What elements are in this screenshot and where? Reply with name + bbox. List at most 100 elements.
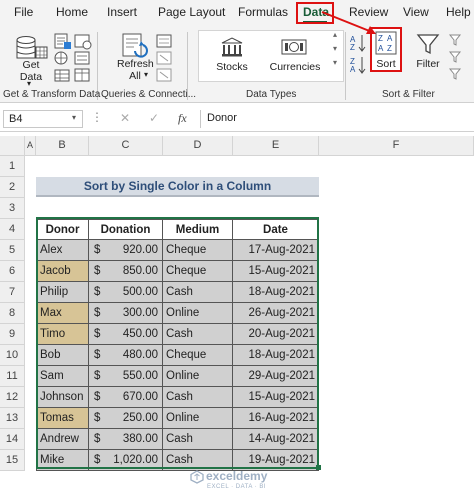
enter-icon[interactable]: ✓ <box>149 111 159 125</box>
donation-cell[interactable]: $500.00 <box>89 282 163 303</box>
queries-connections-icons[interactable] <box>154 32 176 84</box>
row-header[interactable]: 9 <box>0 324 25 345</box>
date-cell[interactable]: 15-Aug-2021 <box>233 387 319 408</box>
date-cell[interactable]: 17-Aug-2021 <box>233 240 319 261</box>
column-header-d[interactable]: D <box>163 136 233 156</box>
row-header[interactable]: 14 <box>0 429 25 450</box>
donor-cell[interactable]: Alex <box>36 240 89 261</box>
row-header[interactable]: 8 <box>0 303 25 324</box>
menu-home[interactable]: Home <box>56 5 88 19</box>
column-header-f[interactable]: F <box>319 136 474 156</box>
column-header-c[interactable]: C <box>89 136 163 156</box>
menu-help[interactable]: Help <box>446 5 471 19</box>
stocks-label[interactable]: Stocks <box>210 61 254 73</box>
medium-cell[interactable]: Cheque <box>163 261 233 282</box>
get-data-icon[interactable] <box>14 32 48 60</box>
refresh-all-icon[interactable] <box>119 31 149 59</box>
row-header[interactable]: 7 <box>0 282 25 303</box>
donation-cell[interactable]: $670.00 <box>89 387 163 408</box>
fill-handle[interactable] <box>316 465 321 470</box>
date-cell[interactable]: 19-Aug-2021 <box>233 450 319 471</box>
date-cell[interactable]: 15-Aug-2021 <box>233 261 319 282</box>
menu-formulas[interactable]: Formulas <box>238 5 288 19</box>
advanced-filter-icons[interactable] <box>448 33 470 83</box>
menu-file[interactable]: File <box>14 5 33 19</box>
insert-function-icon[interactable]: fx <box>178 111 187 126</box>
menu-view[interactable]: View <box>403 5 429 19</box>
row-header[interactable]: 13 <box>0 408 25 429</box>
row-header[interactable]: 3 <box>0 198 25 219</box>
donation-cell[interactable]: $480.00 <box>89 345 163 366</box>
donor-cell[interactable]: Sam <box>36 366 89 387</box>
name-box[interactable]: B4 <box>3 110 83 128</box>
medium-cell[interactable]: Cheque <box>163 240 233 261</box>
medium-cell[interactable]: Cash <box>163 282 233 303</box>
row-header[interactable]: 2 <box>0 177 25 198</box>
column-header-a[interactable]: A <box>25 136 36 156</box>
donation-cell[interactable]: $450.00 <box>89 324 163 345</box>
donor-cell[interactable]: Johnson <box>36 387 89 408</box>
row-header[interactable]: 6 <box>0 261 25 282</box>
row-header[interactable]: 5 <box>0 240 25 261</box>
filter-icon[interactable] <box>416 32 440 56</box>
donation-cell[interactable]: $550.00 <box>89 366 163 387</box>
donation-cell[interactable]: $850.00 <box>89 261 163 282</box>
recent-sources-icon[interactable] <box>72 32 96 84</box>
donor-cell[interactable]: Tomas <box>36 408 89 429</box>
gallery-more-icon[interactable]: ▾ <box>333 58 337 67</box>
medium-cell[interactable]: Online <box>163 303 233 324</box>
header-date[interactable]: Date <box>233 219 319 240</box>
column-header-e[interactable]: E <box>233 136 319 156</box>
row-header[interactable]: 11 <box>0 366 25 387</box>
date-cell[interactable]: 14-Aug-2021 <box>233 429 319 450</box>
donation-cell[interactable]: $380.00 <box>89 429 163 450</box>
cancel-icon[interactable]: ✕ <box>120 111 130 125</box>
donation-cell[interactable]: $300.00 <box>89 303 163 324</box>
donor-cell[interactable]: Timo <box>36 324 89 345</box>
medium-cell[interactable]: Cash <box>163 429 233 450</box>
filter-label[interactable]: Filter <box>412 58 444 70</box>
date-cell[interactable]: 18-Aug-2021 <box>233 345 319 366</box>
donor-cell[interactable]: Max <box>36 303 89 324</box>
donor-cell[interactable]: Andrew <box>36 429 89 450</box>
currencies-label[interactable]: Currencies <box>266 61 324 73</box>
date-cell[interactable]: 20-Aug-2021 <box>233 324 319 345</box>
medium-cell[interactable]: Online <box>163 408 233 429</box>
sort-az-za-icons[interactable]: A Z Z A <box>349 32 369 76</box>
medium-cell[interactable]: Cash <box>163 387 233 408</box>
stocks-icon[interactable] <box>220 36 244 58</box>
row-header[interactable]: 10 <box>0 345 25 366</box>
donor-cell[interactable]: Jacob <box>36 261 89 282</box>
header-medium[interactable]: Medium <box>163 219 233 240</box>
medium-cell[interactable]: Cash <box>163 324 233 345</box>
formula-input[interactable]: Donor <box>200 110 473 128</box>
header-donation[interactable]: Donation <box>89 219 163 240</box>
donor-cell[interactable]: Bob <box>36 345 89 366</box>
medium-cell[interactable]: Cheque <box>163 345 233 366</box>
donation-cell[interactable]: $920.00 <box>89 240 163 261</box>
currencies-icon[interactable] <box>280 36 308 58</box>
row-header[interactable]: 1 <box>0 156 25 177</box>
row-header[interactable]: 12 <box>0 387 25 408</box>
donation-cell[interactable]: $1,020.00 <box>89 450 163 471</box>
header-donor[interactable]: Donor <box>36 219 89 240</box>
select-all-corner[interactable] <box>0 136 25 156</box>
gallery-scroll-down-icon[interactable]: ▾ <box>333 44 337 53</box>
donor-cell[interactable]: Mike <box>36 450 89 471</box>
refresh-dropdown-icon[interactable]: ▾ <box>144 70 148 79</box>
menu-page-layout[interactable]: Page Layout <box>158 5 225 19</box>
column-header-b[interactable]: B <box>36 136 89 156</box>
menu-insert[interactable]: Insert <box>107 5 137 19</box>
row-header[interactable]: 4 <box>0 219 25 240</box>
name-box-dropdown-icon[interactable]: ▾ <box>72 113 76 122</box>
medium-cell[interactable]: Cash <box>163 450 233 471</box>
date-cell[interactable]: 26-Aug-2021 <box>233 303 319 324</box>
medium-cell[interactable]: Online <box>163 366 233 387</box>
donation-cell[interactable]: $250.00 <box>89 408 163 429</box>
get-data-dropdown-icon[interactable]: ▾ <box>27 79 31 88</box>
date-cell[interactable]: 29-Aug-2021 <box>233 366 319 387</box>
date-cell[interactable]: 16-Aug-2021 <box>233 408 319 429</box>
date-cell[interactable]: 18-Aug-2021 <box>233 282 319 303</box>
donor-cell[interactable]: Philip <box>36 282 89 303</box>
row-header[interactable]: 15 <box>0 450 25 471</box>
